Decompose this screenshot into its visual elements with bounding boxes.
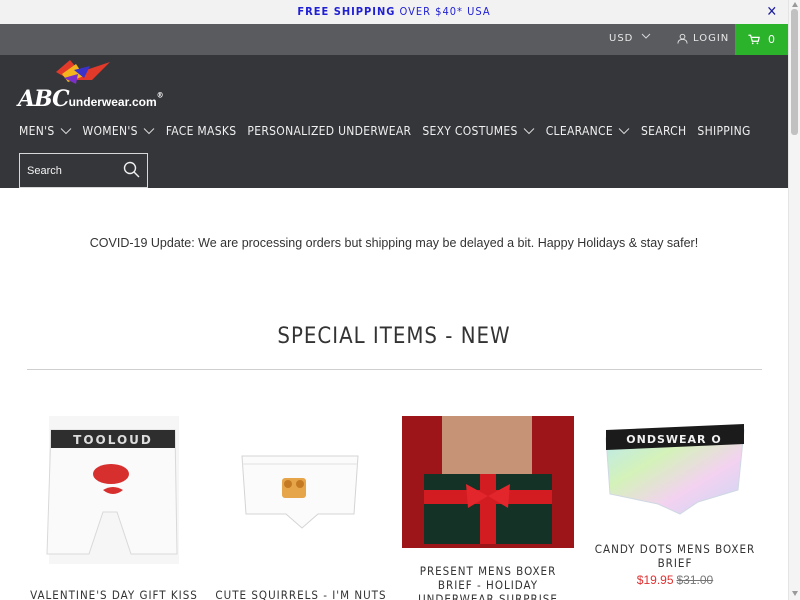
chevron-down-icon bbox=[60, 128, 71, 135]
original-price: $31.00 bbox=[676, 573, 714, 587]
nav-item-personalized-underwear[interactable]: PERSONALIZED UNDERWEAR bbox=[247, 124, 411, 138]
product-name[interactable]: PRESENT MENS BOXER BRIEF - HOLIDAY UNDER… bbox=[402, 564, 574, 600]
logo-text: ABCunderwear.com® bbox=[18, 86, 164, 112]
login-label: LOGIN bbox=[693, 33, 730, 44]
nav-label: PERSONALIZED UNDERWEAR bbox=[247, 124, 412, 138]
nav-item-clearance[interactable]: CLEARANCE bbox=[546, 124, 630, 138]
nav-label: SHIPPING bbox=[697, 124, 751, 138]
scroll-down-arrow-icon[interactable] bbox=[792, 591, 798, 596]
cart-button[interactable]: 0 bbox=[735, 24, 788, 55]
chevron-down-icon bbox=[143, 128, 155, 135]
product-image[interactable] bbox=[214, 416, 388, 564]
close-icon[interactable]: ✕ bbox=[766, 0, 778, 24]
nav-item-sexy-costumes[interactable]: SEXY COSTUMES bbox=[422, 124, 535, 138]
section-divider bbox=[27, 369, 762, 370]
cart-count: 0 bbox=[768, 33, 775, 46]
nav-label: MEN'S bbox=[19, 124, 55, 138]
chevron-down-icon bbox=[641, 33, 651, 39]
nav-label: CLEARANCE bbox=[545, 124, 613, 138]
user-icon bbox=[677, 33, 688, 44]
svg-text:ONDSWEAR O: ONDSWEAR O bbox=[626, 433, 721, 446]
scroll-up-arrow-icon[interactable] bbox=[792, 2, 798, 7]
main-nav: MEN'S WOMEN'S FACE MASKS PERSONALIZED UN… bbox=[19, 124, 762, 138]
nav-item-womens[interactable]: WOMEN'S bbox=[83, 124, 155, 138]
currency-selector[interactable]: USD bbox=[609, 33, 651, 44]
nav-item-shipping[interactable]: SHIPPING bbox=[697, 124, 750, 138]
search-box bbox=[19, 153, 148, 188]
utility-bar: USD LOGIN 0 bbox=[0, 24, 788, 55]
product-card[interactable]: ONDSWEAR O CANDY DOTS MENS BOXER BRIEF $… bbox=[588, 416, 762, 600]
search-input[interactable] bbox=[27, 163, 117, 179]
nav-label: WOMEN'S bbox=[82, 124, 138, 138]
section-title: SPECIAL ITEMS - NEW bbox=[277, 324, 511, 349]
nav-label: SEARCH bbox=[640, 124, 687, 138]
product-card[interactable]: CUTE SQUIRRELS - I'M NUTS bbox=[214, 416, 388, 600]
site-logo[interactable]: ABCunderwear.com® bbox=[18, 58, 178, 114]
covid-notice: COVID-19 Update: We are processing order… bbox=[89, 236, 699, 250]
logo-brand: ABC bbox=[18, 86, 70, 112]
nav-item-face-masks[interactable]: FACE MASKS bbox=[166, 124, 237, 138]
product-image[interactable] bbox=[402, 416, 574, 548]
nav-label: SEXY COSTUMES bbox=[422, 124, 518, 138]
logo-domain: underwear.com bbox=[68, 95, 157, 109]
scrollbar[interactable] bbox=[788, 0, 800, 600]
cart-icon bbox=[748, 34, 760, 45]
nav-label: FACE MASKS bbox=[165, 124, 237, 138]
login-link[interactable]: LOGIN bbox=[677, 33, 729, 44]
product-name[interactable]: CANDY DOTS MENS BOXER BRIEF bbox=[588, 542, 762, 570]
logo-registered-mark: ® bbox=[156, 90, 164, 100]
scroll-thumb[interactable] bbox=[791, 9, 798, 135]
currency-label: USD bbox=[609, 33, 634, 44]
nav-item-search[interactable]: SEARCH bbox=[641, 124, 686, 138]
product-name[interactable]: CUTE SQUIRRELS - I'M NUTS bbox=[214, 588, 388, 600]
promo-headline: FREE SHIPPING bbox=[297, 5, 396, 18]
promo-bar: FREE SHIPPING OVER $40* USA ✕ bbox=[0, 0, 788, 24]
product-price: $19.95 $31.00 bbox=[588, 573, 762, 587]
sale-price: $19.95 bbox=[636, 573, 674, 587]
product-card[interactable]: TOOLOUD VALENTINE'S DAY GIFT KISS ME bbox=[27, 416, 201, 600]
nav-item-mens[interactable]: MEN'S bbox=[19, 124, 72, 138]
product-image[interactable]: TOOLOUD bbox=[27, 416, 201, 564]
promo-detail: OVER $40* USA bbox=[399, 5, 491, 18]
product-name[interactable]: VALENTINE'S DAY GIFT KISS ME bbox=[27, 588, 201, 600]
product-card[interactable]: PRESENT MENS BOXER BRIEF - HOLIDAY UNDER… bbox=[402, 416, 576, 600]
product-image[interactable]: ONDSWEAR O bbox=[588, 416, 762, 534]
chevron-down-icon bbox=[618, 128, 630, 135]
site-header: ABCunderwear.com® MEN'S WOMEN'S FACE MAS… bbox=[0, 55, 788, 188]
chevron-down-icon bbox=[523, 128, 535, 135]
svg-text:TOOLOUD: TOOLOUD bbox=[73, 433, 153, 447]
search-icon[interactable] bbox=[122, 160, 142, 180]
